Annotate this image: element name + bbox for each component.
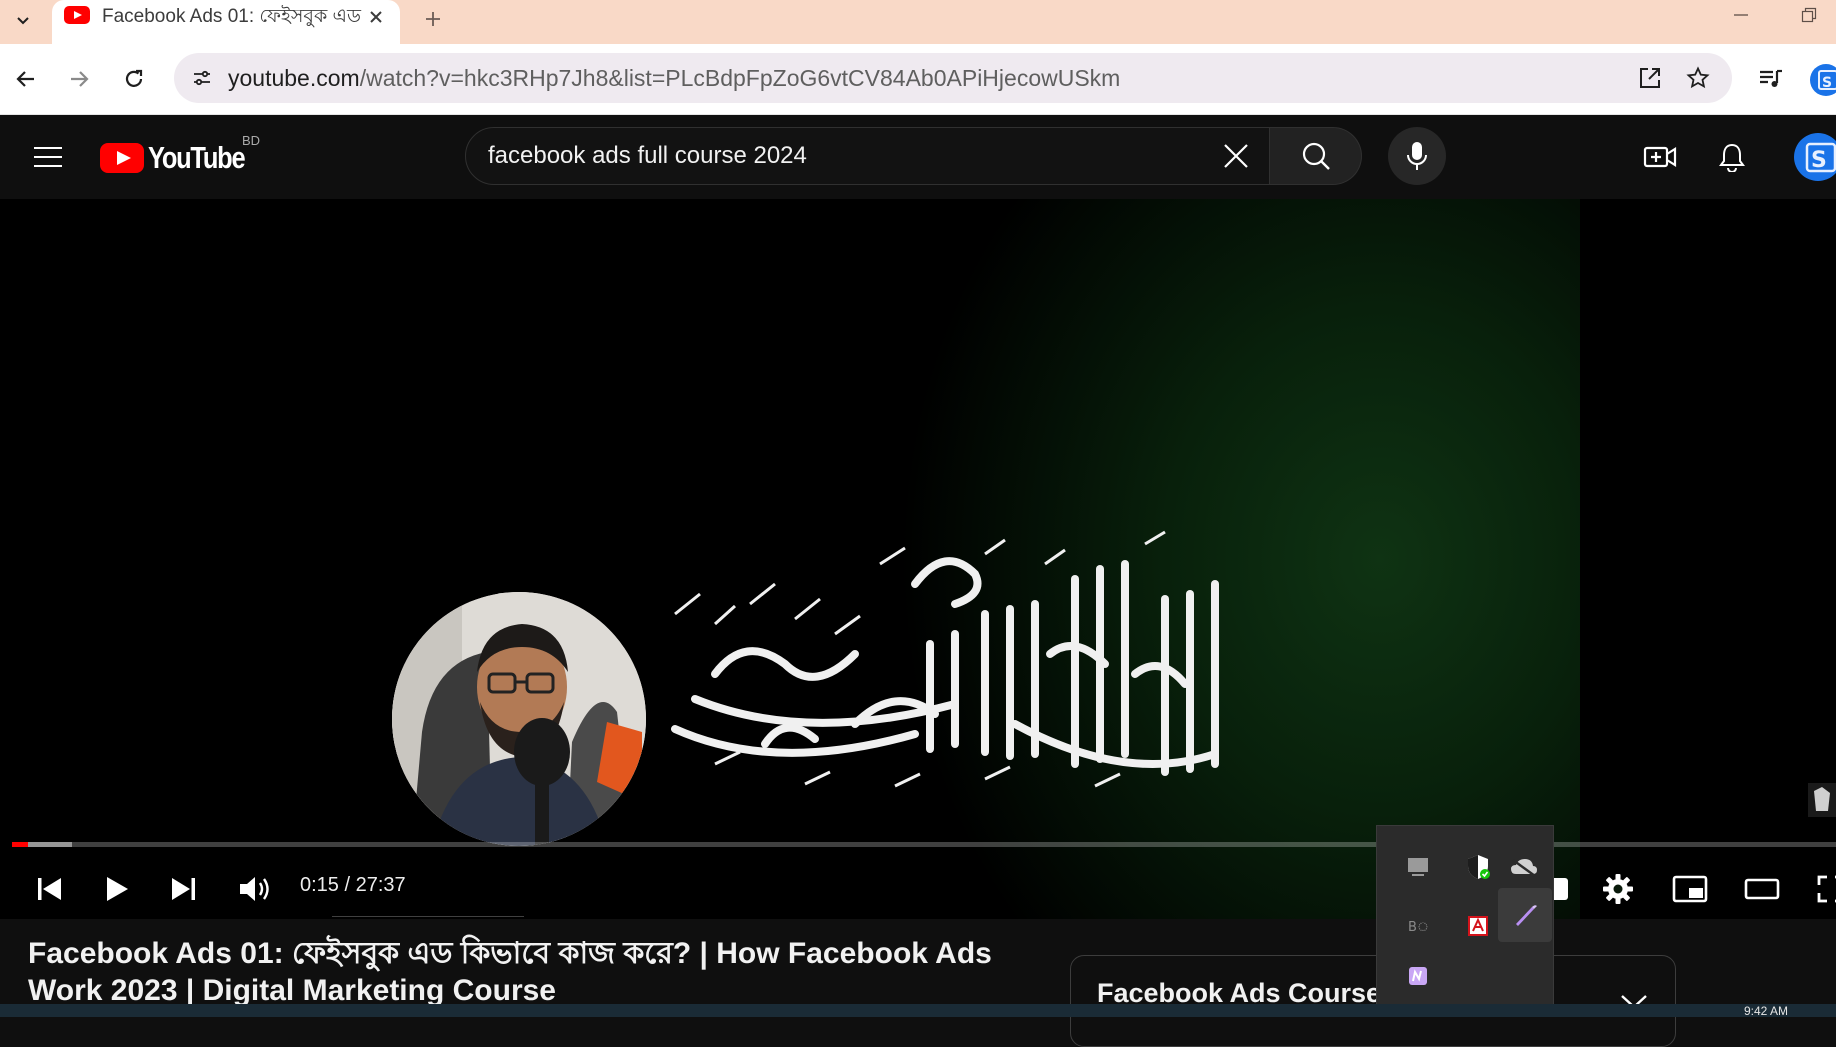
youtube-masthead: YouTube BD facebook ads full course 2024… (0, 115, 1836, 199)
youtube-favicon-icon (64, 5, 90, 25)
player-letterbox (1580, 199, 1836, 919)
active-tab[interactable]: Facebook Ads 01: ফেইসবুক এড কিভাবে কাজ ক… (52, 0, 400, 44)
url-host: youtube.com (228, 65, 360, 91)
youtube-logo[interactable]: YouTube (100, 140, 266, 175)
url-text[interactable]: youtube.com/watch?v=hkc3RHp7Jh8&list=PLc… (228, 53, 1120, 103)
search-magnifier-icon (1302, 142, 1330, 170)
notifications-bell-icon[interactable] (1710, 135, 1754, 179)
tab-title: Facebook Ads 01: ফেইসবুক এড কিভাবে কাজ ক… (102, 6, 362, 27)
country-code: BD (242, 133, 261, 148)
adobe-icon[interactable] (1451, 899, 1505, 953)
playlist-panel[interactable]: Facebook Ads Course (1070, 955, 1676, 1047)
svg-text:Bঃ: Bঃ (1408, 920, 1430, 935)
voice-search-mic-icon[interactable] (1388, 127, 1446, 185)
previous-video-icon[interactable] (24, 864, 74, 914)
play-icon[interactable] (92, 864, 142, 914)
progress-bar[interactable] (12, 842, 1836, 847)
window-restore-icon[interactable] (1794, 2, 1824, 28)
bookmark-star-icon[interactable] (1682, 62, 1714, 94)
calligraphy-artwork (655, 524, 1225, 804)
forward-arrow-icon[interactable] (61, 61, 97, 97)
system-tray-overflow: Bঃ (1376, 825, 1554, 1005)
fullscreen-icon[interactable] (1806, 864, 1836, 914)
site-info-tune-icon[interactable] (186, 62, 218, 94)
onedrive-icon[interactable] (1497, 840, 1551, 894)
window-minimize-icon[interactable] (1726, 2, 1756, 28)
search-button[interactable] (1270, 127, 1362, 185)
video-player[interactable]: 0:15 / 27:37 (0, 199, 1836, 919)
presenter-webcam-bubble (392, 592, 646, 846)
media-control-icon[interactable] (1753, 61, 1789, 97)
youtube-wordmark: YouTube (148, 140, 246, 175)
side-thumbnail (1808, 783, 1836, 817)
account-avatar[interactable]: S (1794, 133, 1836, 181)
time-display: 0:15 / 27:37 (300, 874, 406, 896)
tab-search-chevron-icon[interactable] (8, 5, 38, 35)
display-icon[interactable] (1391, 840, 1445, 894)
youtube-play-logo-icon (100, 143, 144, 173)
tab-close-icon[interactable] (364, 5, 388, 29)
theater-mode-icon[interactable] (1737, 864, 1787, 914)
clear-search-x-icon[interactable] (1217, 137, 1255, 175)
miniplayer-icon[interactable] (1665, 864, 1715, 914)
chapter-underline (332, 916, 524, 917)
onenote-icon[interactable] (1391, 949, 1445, 1003)
create-video-plus-icon[interactable] (1638, 135, 1682, 179)
video-title: Facebook Ads 01: ফেইসবুক এড কিভাবে কাজ ক… (28, 937, 992, 1007)
open-in-app-icon[interactable] (1634, 62, 1666, 94)
browser-profile-avatar[interactable]: S (1810, 64, 1836, 96)
hamburger-menu-icon[interactable] (28, 137, 68, 177)
windows-taskbar (0, 1004, 1836, 1017)
search-input[interactable]: facebook ads full course 2024 (465, 127, 1270, 185)
address-bar[interactable]: youtube.com/watch?v=hkc3RHp7Jh8&list=PLc… (174, 53, 1732, 103)
next-video-icon[interactable] (159, 864, 209, 914)
svg-text:S: S (1811, 148, 1827, 173)
progress-played (12, 842, 29, 847)
back-arrow-icon[interactable] (8, 61, 44, 97)
reload-icon[interactable] (116, 61, 152, 97)
settings-gear-icon[interactable] (1593, 864, 1643, 914)
url-path: /watch?v=hkc3RHp7Jh8&list=PLcBdpFpZoG6vt… (359, 65, 1121, 91)
search-query-text[interactable]: facebook ads full course 2024 (488, 128, 807, 184)
browser-tab-strip: Facebook Ads 01: ফেইসবুক এড কিভাবে কাজ ক… (0, 0, 1836, 44)
language-icon[interactable]: Bঃ (1391, 899, 1445, 953)
pen-icon[interactable] (1498, 888, 1552, 942)
svg-text:S: S (1822, 75, 1832, 91)
browser-toolbar: youtube.com/watch?v=hkc3RHp7Jh8&list=PLc… (0, 44, 1836, 115)
taskbar-clock: 9:42 AM (1744, 1004, 1789, 1018)
volume-icon[interactable] (230, 864, 280, 914)
new-tab-plus-icon[interactable] (418, 4, 448, 34)
